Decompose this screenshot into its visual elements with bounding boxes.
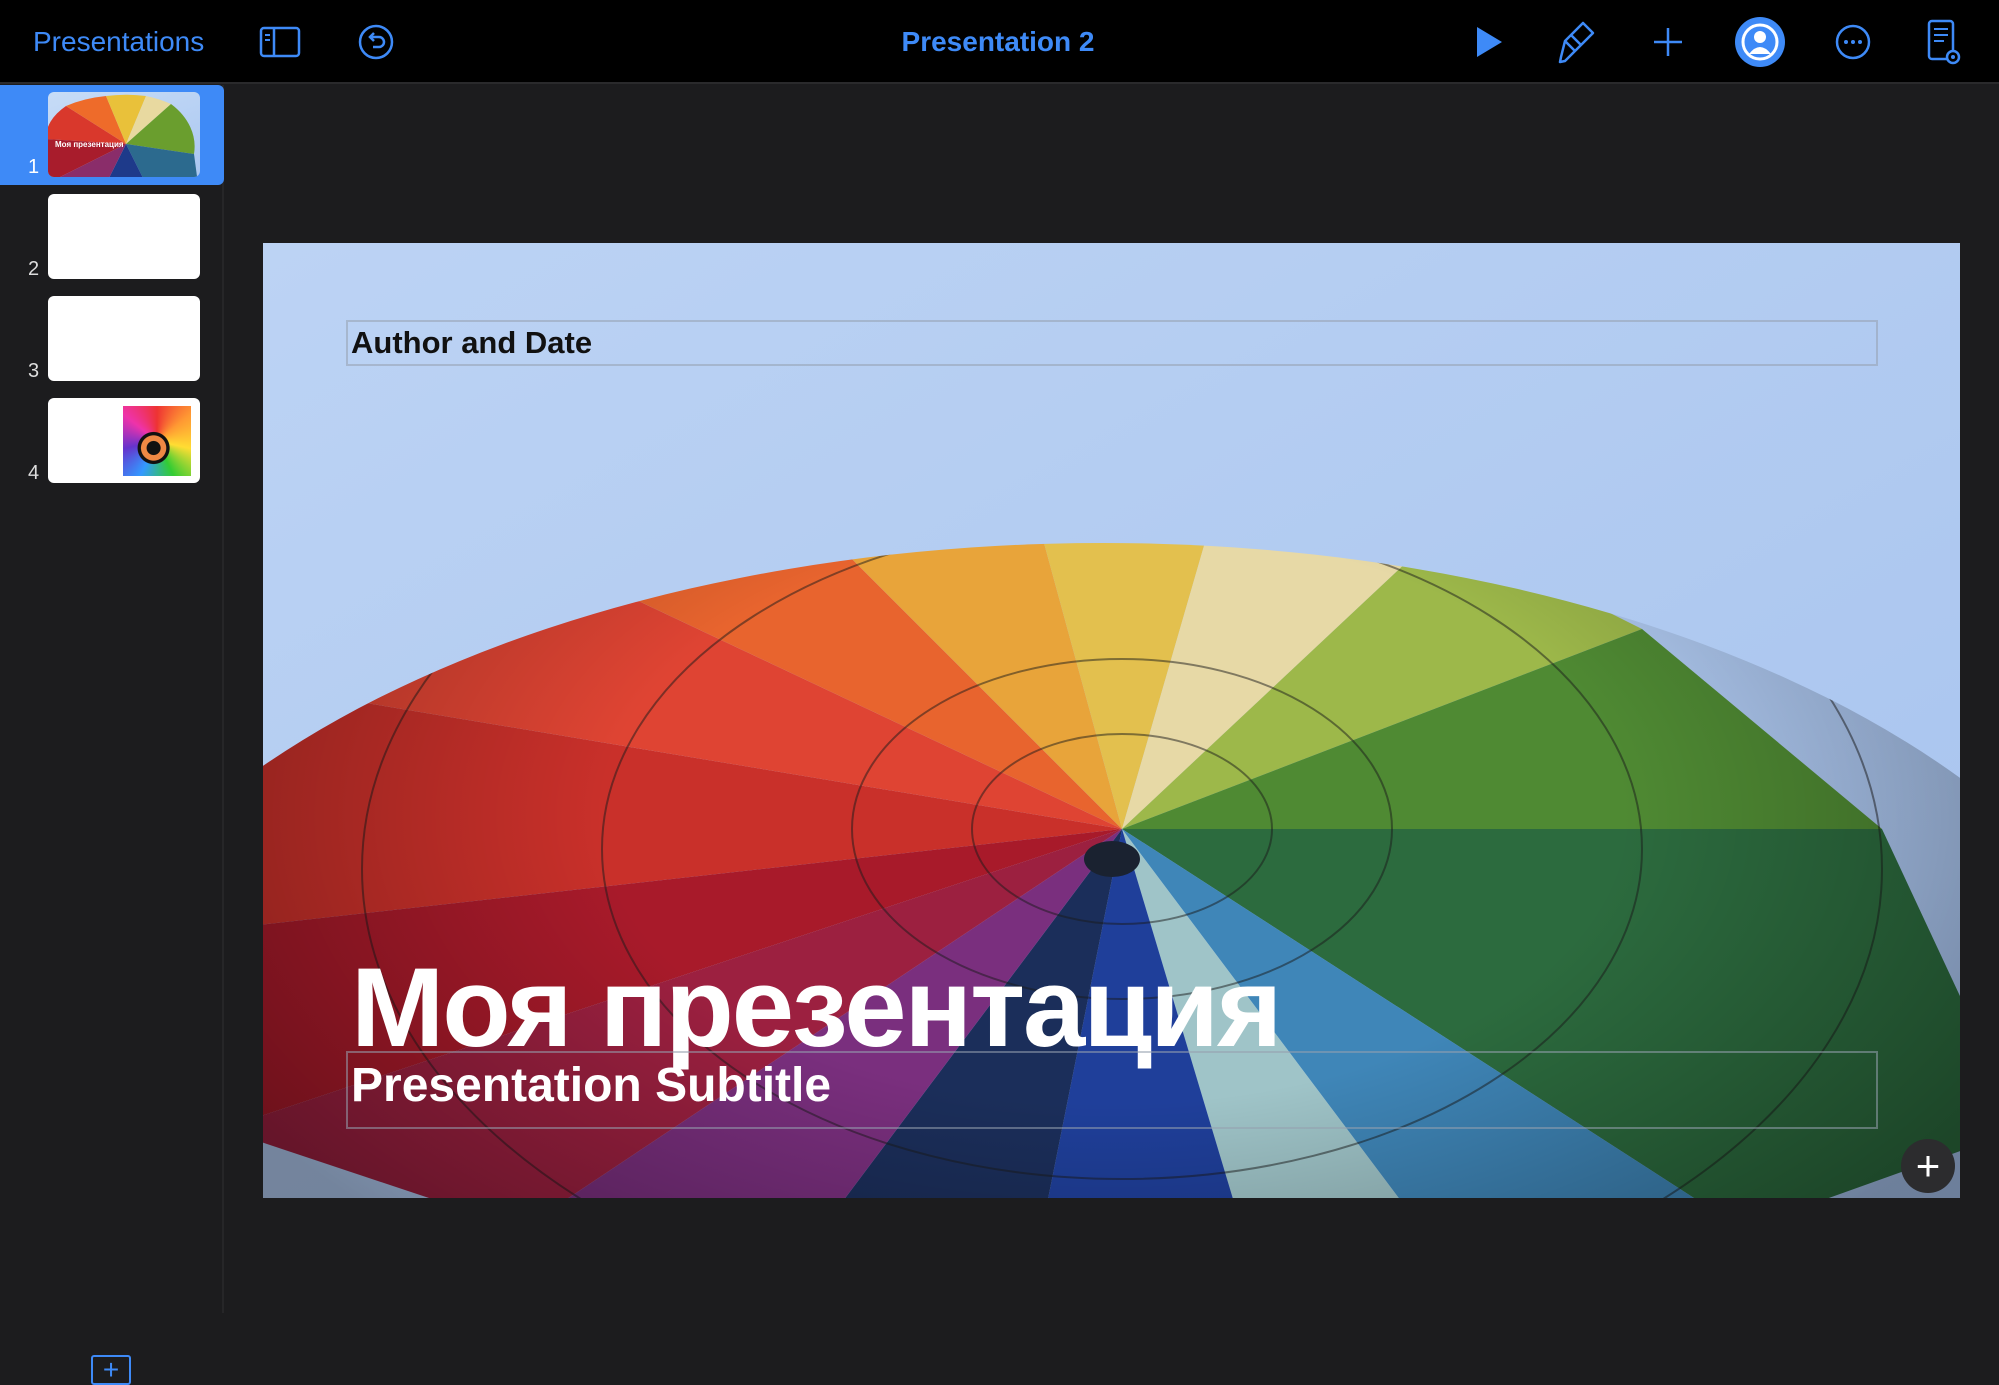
slide-subtitle[interactable]: Presentation Subtitle (351, 1058, 831, 1113)
slide-navigator: 1 Моя презентация 2 3 4 + (0, 85, 224, 1385)
toolbar: Presentations Presentation 2 (0, 0, 1999, 84)
play-icon[interactable] (1474, 25, 1504, 59)
presentations-back-button[interactable]: Presentations (33, 26, 204, 58)
author-date-textbox[interactable]: Author and Date (346, 320, 1878, 366)
slide-canvas[interactable]: Author and Date Моя презентация Presenta… (263, 243, 1960, 1198)
document-view-icon[interactable] (1925, 19, 1961, 65)
slide-thumbnail-4[interactable]: 4 (0, 391, 224, 491)
slide-thumbnail-2[interactable]: 2 (0, 187, 224, 287)
collaborate-icon[interactable] (1734, 16, 1786, 68)
more-icon[interactable] (1834, 23, 1872, 61)
slide-thumbnail-3[interactable]: 3 (0, 289, 224, 389)
format-brush-icon[interactable] (1557, 20, 1597, 64)
sidebar-toggle-icon[interactable] (259, 26, 301, 58)
balloon-image-thumbnail (123, 406, 191, 476)
add-slide-button[interactable]: + (91, 1355, 131, 1385)
add-icon[interactable] (1651, 25, 1685, 59)
slide-thumbnail-1[interactable]: 1 Моя презентация (0, 85, 224, 185)
add-object-button[interactable]: + (1901, 1139, 1955, 1193)
document-title[interactable]: Presentation 2 (902, 26, 1095, 58)
undo-icon[interactable] (357, 23, 395, 61)
